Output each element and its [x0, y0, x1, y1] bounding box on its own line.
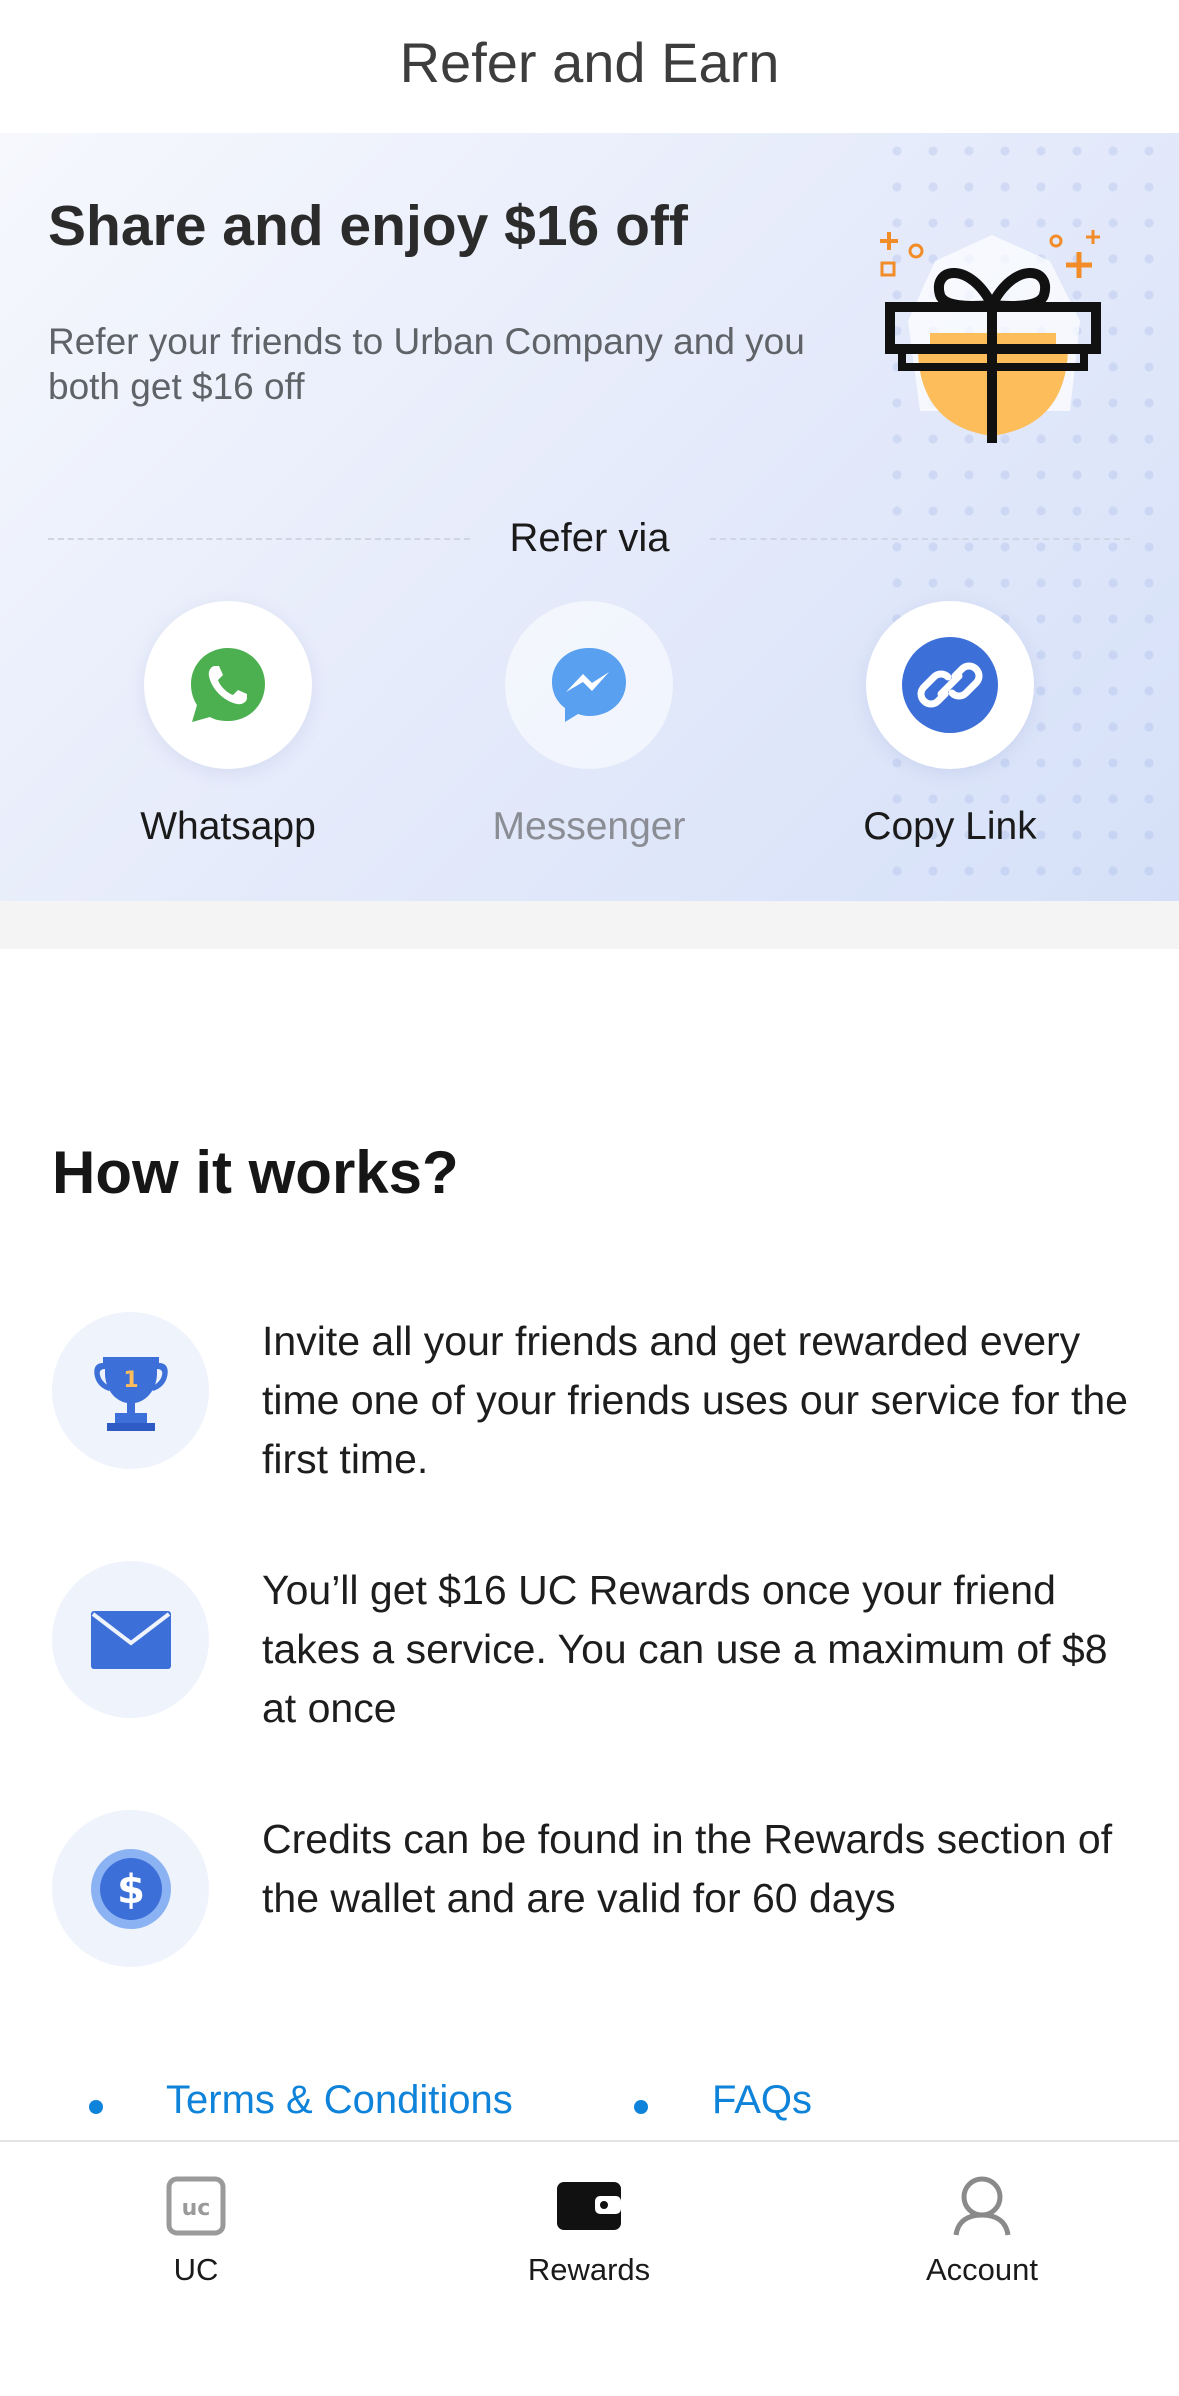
- tab-uc[interactable]: uc UC: [66, 2174, 326, 2288]
- share-whatsapp-button[interactable]: Whatsapp: [98, 601, 358, 849]
- gift-icon: [880, 230, 1101, 443]
- whatsapp-label: Whatsapp: [140, 805, 316, 848]
- share-messenger-button[interactable]: Messenger: [459, 601, 719, 849]
- header: Refer and Earn: [0, 0, 1179, 133]
- whatsapp-icon: [191, 648, 265, 722]
- refer-via-divider: Refer via: [0, 508, 1179, 568]
- faqs-link[interactable]: FAQs: [712, 2078, 812, 2123]
- envelope-icon: [90, 1610, 171, 1669]
- uc-logo-icon: uc: [164, 2174, 228, 2238]
- whatsapp-circle[interactable]: [144, 601, 312, 769]
- bottom-tab-bar: uc UC Rewards Account: [0, 2140, 1179, 2396]
- hero-subtitle: Refer your friends to Urban Company and …: [48, 321, 805, 407]
- link-icon: [902, 637, 998, 733]
- messenger-label: Messenger: [492, 805, 686, 848]
- refer-hero-card: Share and enjoy $16 off Refer your frien…: [0, 133, 1179, 901]
- step-icon-wrap: [52, 1561, 209, 1718]
- dollar-coin-icon: $: [90, 1848, 171, 1929]
- user-icon: [950, 2174, 1014, 2238]
- step-text: Credits can be found in the Rewards sect…: [262, 1816, 1113, 1921]
- section-divider: [0, 901, 1179, 949]
- tab-label-account: Account: [925, 2252, 1038, 2287]
- how-it-works-title: How it works?: [52, 1139, 459, 1206]
- divider-line-right: [710, 538, 1130, 540]
- svg-text:$: $: [117, 1867, 145, 1913]
- messenger-circle[interactable]: [505, 601, 673, 769]
- page-title: Refer and Earn: [399, 31, 780, 94]
- step-text: You’ll get $16 UC Rewards once your frie…: [262, 1567, 1108, 1731]
- step-icon-wrap: $: [52, 1810, 209, 1967]
- hero-title: Share and enjoy $16 off: [48, 194, 688, 258]
- copy-link-circle[interactable]: [866, 601, 1034, 769]
- tab-label-rewards: Rewards: [527, 2252, 651, 2287]
- messenger-icon: [552, 648, 626, 722]
- bullet-icon: [89, 2100, 103, 2114]
- step-icon-wrap: 1: [52, 1312, 209, 1469]
- trophy-icon: 1: [93, 1356, 168, 1431]
- bullet-icon: [634, 2100, 648, 2114]
- footer-links: Terms & Conditions FAQs: [0, 2078, 1179, 2138]
- terms-conditions-link[interactable]: Terms & Conditions: [166, 2078, 513, 2123]
- tab-label-uc: UC: [173, 2252, 219, 2287]
- svg-text:uc: uc: [182, 2196, 211, 2221]
- tab-rewards[interactable]: Rewards: [459, 2174, 719, 2288]
- share-copy-link-button[interactable]: Copy Link: [820, 601, 1080, 849]
- step-text: Invite all your friends and get rewarded…: [262, 1318, 1128, 1482]
- tab-account[interactable]: Account: [852, 2174, 1112, 2288]
- wallet-icon: [557, 2174, 621, 2238]
- copy-link-label: Copy Link: [863, 805, 1037, 848]
- svg-text:1: 1: [123, 1368, 138, 1393]
